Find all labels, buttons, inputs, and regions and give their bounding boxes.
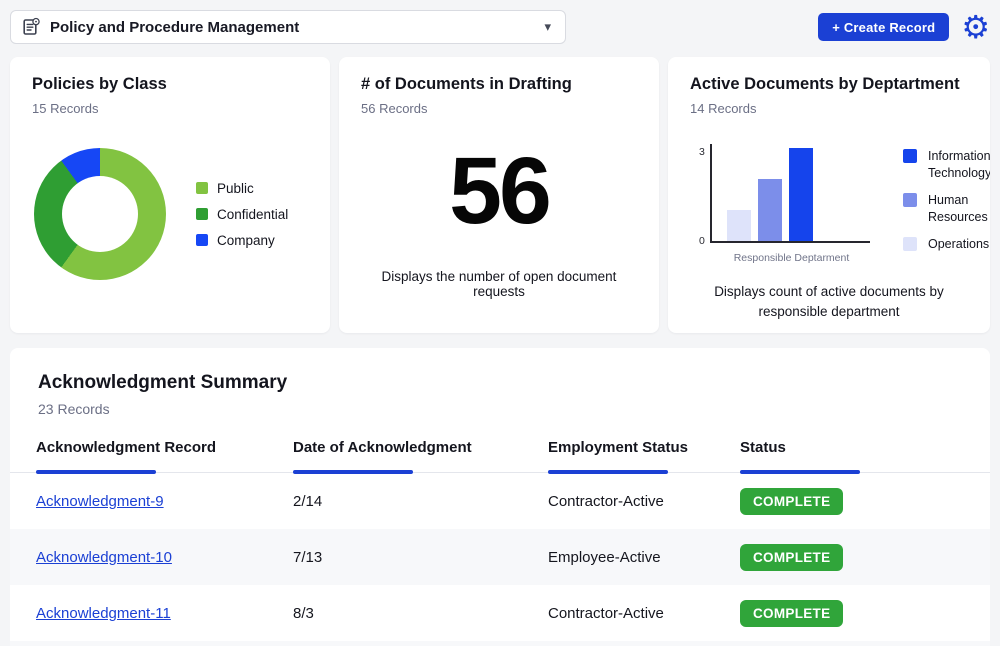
column-header-employment-status: Employment Status: [548, 439, 740, 472]
card-title: # of Documents in Drafting: [361, 75, 637, 94]
legend-item: Company: [196, 233, 288, 248]
cell-date: 7/13: [293, 549, 548, 566]
legend-swatch-it: [903, 149, 917, 163]
card-caption: Displays the number of open document req…: [361, 269, 637, 299]
cell-employment-status: Contractor-Active: [548, 493, 740, 510]
legend-label: Information Technology: [928, 148, 990, 182]
bar-operations: [727, 210, 751, 241]
legend-item: Public: [196, 181, 288, 196]
legend-swatch-public: [196, 182, 208, 194]
table-row-partial: [10, 641, 990, 646]
legend-label: Human Resources: [928, 192, 990, 226]
card-documents-in-drafting: # of Documents in Drafting 56 Records 56…: [339, 57, 659, 333]
y-axis-tick-zero: 0: [699, 235, 705, 247]
summary-cards-row: Policies by Class 15 Records Public Conf…: [10, 57, 990, 333]
column-header-date: Date of Acknowledgment: [293, 439, 548, 472]
legend-label: Confidential: [217, 207, 288, 222]
bar-plot: 3 0: [710, 144, 870, 243]
topbar-actions: + Create Record ⚙: [818, 10, 990, 41]
column-header-status: Status: [740, 439, 990, 472]
app-selector-value: Policy and Procedure Management: [50, 19, 299, 36]
card-title: Active Documents by Deptartment: [690, 75, 968, 94]
legend-swatch-hr: [903, 193, 917, 207]
create-record-button[interactable]: + Create Record: [818, 13, 949, 41]
table-row: Acknowledgment-9 2/14 Contractor-Active …: [10, 473, 990, 529]
table-row: Acknowledgment-11 8/3 Contractor-Active …: [10, 585, 990, 641]
document-info-icon: [21, 17, 41, 37]
bar-plot-wrap: 3 0 Responsible Deptarment: [710, 144, 873, 264]
legend-item: Operations: [903, 236, 990, 253]
record-link[interactable]: Acknowledgment-11: [36, 605, 171, 622]
cell-record: Acknowledgment-9: [36, 493, 293, 510]
acknowledgment-summary-card: Acknowledgment Summary 23 Records Acknow…: [10, 348, 990, 646]
donut-chart-area: Public Confidential Company: [32, 148, 308, 280]
table-header-row: Acknowledgment Record Date of Acknowledg…: [10, 439, 990, 473]
legend-label: Public: [217, 181, 254, 196]
bar-legend: Information Technology Human Resources O…: [903, 144, 990, 264]
status-badge: COMPLETE: [740, 600, 843, 627]
table-row: Acknowledgment-10 7/13 Employee-Active C…: [10, 529, 990, 585]
card-record-count: 56 Records: [361, 101, 637, 116]
legend-item: Confidential: [196, 207, 288, 222]
card-title: Policies by Class: [32, 75, 308, 94]
column-header-acknowledgment-record: Acknowledgment Record: [36, 439, 293, 472]
legend-swatch-company: [196, 234, 208, 246]
donut-legend: Public Confidential Company: [196, 181, 288, 248]
status-badge: COMPLETE: [740, 544, 843, 571]
cell-record: Acknowledgment-10: [36, 549, 293, 566]
legend-item: Human Resources: [903, 192, 990, 226]
cell-status: COMPLETE: [740, 600, 990, 627]
legend-label: Operations: [928, 236, 989, 253]
cell-employment-status: Employee-Active: [548, 549, 740, 566]
settings-gear-icon[interactable]: ⚙: [961, 13, 990, 41]
legend-item: Information Technology: [903, 148, 990, 182]
bar-human-resources: [758, 179, 782, 241]
cell-employment-status: Contractor-Active: [548, 605, 740, 622]
cell-status: COMPLETE: [740, 544, 990, 571]
y-axis-tick-max: 3: [699, 146, 705, 158]
legend-label: Company: [217, 233, 275, 248]
table-title: Acknowledgment Summary: [38, 372, 990, 394]
x-axis-label: Responsible Deptarment: [710, 252, 873, 264]
bar-chart-area: 3 0 Responsible Deptarment Information T…: [690, 144, 968, 264]
record-link[interactable]: Acknowledgment-10: [36, 549, 172, 566]
card-policies-by-class: Policies by Class 15 Records Public Conf…: [10, 57, 330, 333]
legend-swatch-operations: [903, 237, 917, 251]
legend-swatch-confidential: [196, 208, 208, 220]
card-caption: Displays count of active documents by re…: [690, 282, 968, 321]
donut-chart: [34, 148, 166, 280]
cell-status: COMPLETE: [740, 488, 990, 515]
card-record-count: 15 Records: [32, 101, 308, 116]
cell-record: Acknowledgment-11: [36, 605, 293, 622]
card-record-count: 14 Records: [690, 101, 968, 116]
topbar: Policy and Procedure Management ▾ + Crea…: [0, 0, 1000, 44]
cell-date: 8/3: [293, 605, 548, 622]
bar-information-technology: [789, 148, 813, 241]
big-number-value: 56: [361, 144, 637, 239]
app-selector-dropdown[interactable]: Policy and Procedure Management ▾: [10, 10, 566, 44]
status-badge: COMPLETE: [740, 488, 843, 515]
cell-date: 2/14: [293, 493, 548, 510]
table-record-count: 23 Records: [38, 401, 990, 417]
record-link[interactable]: Acknowledgment-9: [36, 493, 164, 510]
card-active-documents: Active Documents by Deptartment 14 Recor…: [668, 57, 990, 333]
chevron-down-icon: ▾: [544, 19, 551, 35]
